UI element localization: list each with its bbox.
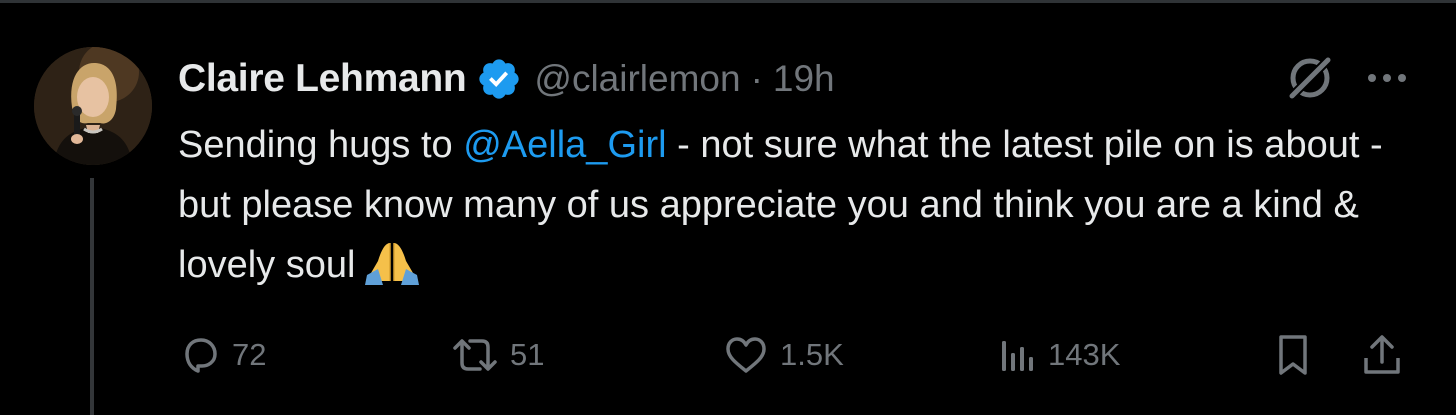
views-button[interactable]: 143K [998, 330, 1120, 380]
views-icon [1002, 341, 1033, 371]
mention-link[interactable]: @Aella_Girl [463, 124, 666, 166]
bookmark-icon [1279, 335, 1307, 375]
avatar-photo [34, 47, 152, 165]
like-button[interactable]: 1.5K [722, 330, 844, 380]
more-options-icon[interactable] [1360, 56, 1414, 100]
reply-count: 72 [232, 337, 267, 372]
share-button[interactable] [1360, 330, 1404, 380]
reply-button[interactable]: 72 [178, 330, 266, 380]
repost-icon [453, 339, 497, 371]
grok-icon[interactable] [1282, 50, 1338, 106]
top-divider [0, 0, 1456, 3]
avatar[interactable] [34, 47, 152, 165]
tweet-text-start: Sending hugs to [178, 124, 464, 166]
tweet-header: Claire Lehmann @clairlemon · 19h [178, 53, 835, 105]
author-handle[interactable]: @clairlemon [534, 58, 740, 100]
like-count: 1.5K [780, 337, 844, 372]
repost-button[interactable]: 51 [450, 330, 544, 380]
timestamp[interactable]: 19h [773, 58, 835, 100]
repost-count: 51 [510, 337, 545, 372]
share-icon [1364, 335, 1400, 374]
folded-hands-emoji-icon [363, 239, 421, 285]
heart-icon [726, 337, 766, 373]
views-count: 143K [1048, 337, 1121, 372]
action-bar: 72 51 1.5K 143K [178, 330, 1418, 380]
tweet-text: Sending hugs to @Aella_Girl - not sure w… [178, 115, 1428, 295]
separator-dot: · [750, 58, 763, 99]
bookmark-button[interactable] [1273, 330, 1313, 380]
verified-badge-icon [476, 56, 522, 102]
thread-line [90, 178, 94, 415]
author-name[interactable]: Claire Lehmann [178, 57, 467, 101]
reply-icon [185, 338, 217, 373]
